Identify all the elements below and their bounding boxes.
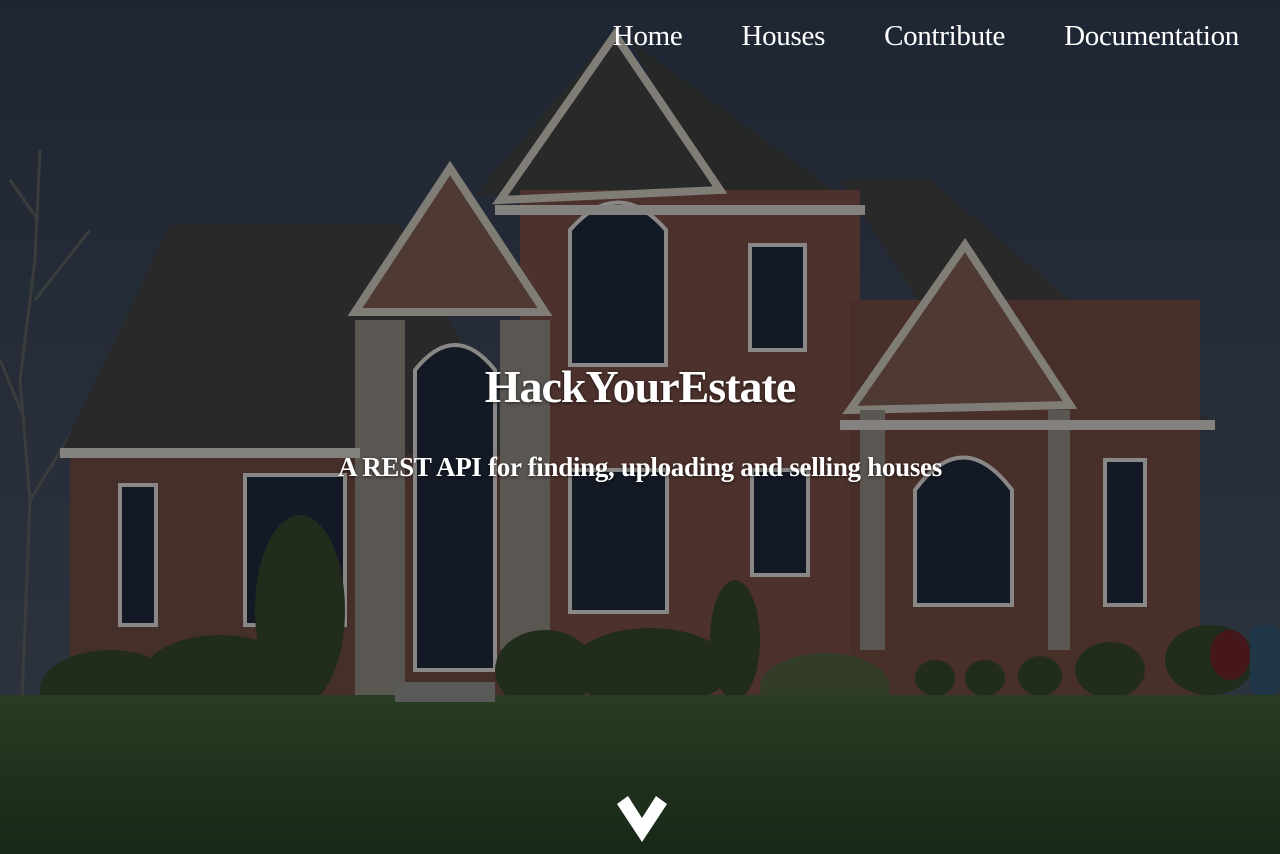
nav-contribute-link[interactable]: Contribute (884, 18, 1005, 54)
dark-overlay (0, 0, 1280, 854)
page-subtitle: A REST API for finding, uploading and se… (338, 452, 942, 482)
nav-houses-link[interactable]: Houses (741, 18, 825, 54)
nav-documentation-link[interactable]: Documentation (1064, 18, 1239, 54)
hero-section (0, 0, 1280, 854)
nav-home-link[interactable]: Home (613, 18, 683, 54)
chevron-down-icon (617, 796, 667, 842)
top-navigation: Home Houses Contribute Documentation (554, 18, 1240, 54)
page-title: HackYourEstate (484, 361, 797, 412)
scroll-down-button[interactable] (614, 794, 670, 846)
